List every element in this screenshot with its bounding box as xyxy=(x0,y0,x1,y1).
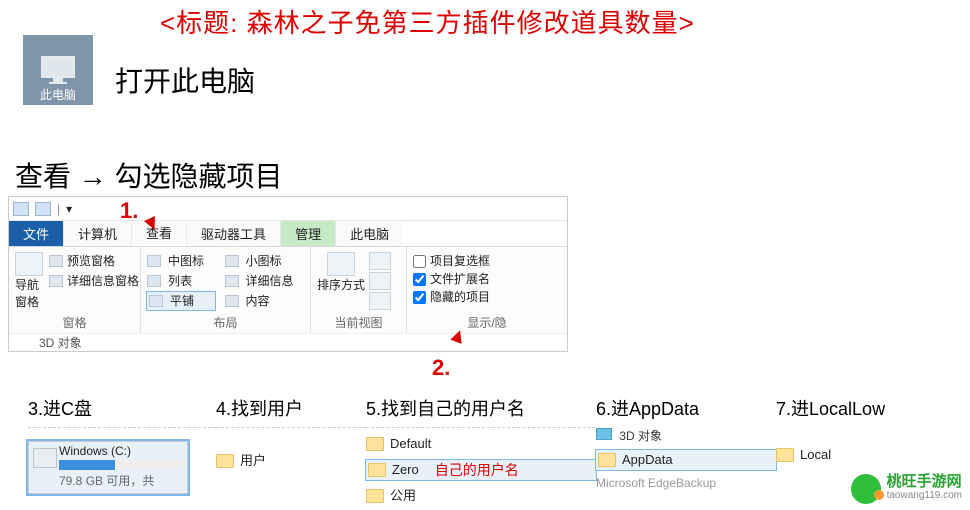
instruction-open-thispc: 打开此电脑 xyxy=(115,60,255,100)
ribbon-group-currentview: 排序方式 当前视图 xyxy=(311,247,407,333)
ribbon-group-panes: 导航窗格 预览窗格 详细信息窗格 窗格 xyxy=(9,247,141,333)
folder-appdata[interactable]: AppData xyxy=(596,450,776,470)
annotation-own-username: 自己的用户名 xyxy=(435,460,519,480)
folder-icon xyxy=(598,453,616,467)
folder-users[interactable]: 用户 xyxy=(216,451,366,471)
tab-view[interactable]: 查看 xyxy=(132,221,187,246)
qat-icon[interactable] xyxy=(13,202,29,216)
qat-icon[interactable] xyxy=(35,202,51,216)
tab-context-thispc: 此电脑 xyxy=(336,221,403,246)
row-overflow: Microsoft EdgeBackup xyxy=(596,476,776,490)
layout-content[interactable]: 内容 xyxy=(225,292,305,310)
watermark: 桃旺手游网 taowang119.com xyxy=(851,474,962,504)
step-3-column: 3.进C盘 Windows (C:) 79.8 GB 可用，共 xyxy=(28,395,216,506)
groupby-icon[interactable] xyxy=(369,252,391,270)
explorer-content-peek: 3D 对象 xyxy=(9,333,567,351)
folder-icon xyxy=(366,489,384,503)
folder-default[interactable]: Default xyxy=(366,434,596,454)
qat-separator: | xyxy=(57,202,60,216)
annotation-title: <标题: 森林之子免第三方插件修改道具数量> xyxy=(160,3,695,40)
drive-c-subtext: 79.8 GB 可用，共 xyxy=(59,472,183,489)
folder-icon xyxy=(368,463,386,477)
ribbon-group-layout: 中图标 小图标 列表 详细信息 平铺 内容 布局 xyxy=(141,247,311,333)
folder-icon xyxy=(216,454,234,468)
step-4-title: 4.找到用户 xyxy=(216,395,366,421)
nav-pane-icon xyxy=(15,252,43,276)
step-4-column: 4.找到用户 用户 xyxy=(216,395,366,506)
ribbon-tabstrip: 文件 计算机 查看 驱动器工具 管理 此电脑 xyxy=(9,221,567,247)
layout-medium-icons[interactable]: 中图标 xyxy=(147,252,215,270)
sizecolumns-icon[interactable] xyxy=(369,292,391,310)
group-label-layout: 布局 xyxy=(147,314,304,331)
drive-c-usage-bar xyxy=(59,460,183,470)
drive-c-tile[interactable]: Windows (C:) 79.8 GB 可用，共 xyxy=(28,441,188,494)
watermark-logo-icon xyxy=(851,474,881,504)
preview-pane-button[interactable]: 预览窗格 xyxy=(49,252,139,270)
tab-drive-tools[interactable]: 驱动器工具 xyxy=(187,221,281,246)
details-pane-button[interactable]: 详细信息窗格 xyxy=(49,272,139,290)
sort-by-button[interactable]: 排序方式 xyxy=(317,252,365,310)
folder-icon xyxy=(366,437,384,451)
drive-c-name: Windows (C:) xyxy=(59,444,183,458)
watermark-url: taowang119.com xyxy=(887,489,962,503)
folder-own-user[interactable]: Zero 自己的用户名 xyxy=(366,460,596,480)
ribbon-group-showhide: 项目复选框 文件扩展名 隐藏的项目 显示/隐 xyxy=(407,247,567,333)
group-label-showhide: 显示/隐 xyxy=(413,314,561,331)
step-7-title: 7.进LocalLow xyxy=(776,395,956,421)
addcolumns-icon[interactable] xyxy=(369,272,391,290)
layout-tiles[interactable]: 平铺 xyxy=(147,292,215,310)
folder-local[interactable]: Local xyxy=(776,445,956,465)
annotation-number-1: 1. xyxy=(120,198,138,224)
step-6-title: 6.进AppData xyxy=(596,395,776,421)
ribbon-body: 导航窗格 预览窗格 详细信息窗格 窗格 中图标 小图标 列表 详细信息 平铺 内… xyxy=(9,247,567,333)
nav-pane-button[interactable]: 导航窗格 xyxy=(15,252,43,310)
layout-list[interactable]: 列表 xyxy=(147,272,215,290)
group-label-currentview: 当前视图 xyxy=(317,314,400,331)
step-3-title: 3.进C盘 xyxy=(28,395,216,421)
monitor-glyph xyxy=(41,56,75,78)
checkbox-hidden-items[interactable]: 隐藏的项目 xyxy=(413,288,561,306)
step-5-column: 5.找到自己的用户名 Default Zero 自己的用户名 公用 xyxy=(366,395,596,506)
group-label-panes: 窗格 xyxy=(15,314,134,331)
tab-manage[interactable]: 管理 xyxy=(281,221,336,246)
checkbox-item-checkboxes[interactable]: 项目复选框 xyxy=(413,252,561,270)
steps-row: 3.进C盘 Windows (C:) 79.8 GB 可用，共 4.找到用户 用… xyxy=(0,395,970,506)
thispc-desktop-label: 此电脑 xyxy=(23,86,93,105)
instruction-check-hidden: 查看 → 勾选隐藏项目 xyxy=(15,155,283,195)
row-3dobjects[interactable]: 3D 对象 xyxy=(596,427,776,444)
explorer-window: | ▾ 文件 计算机 查看 驱动器工具 管理 此电脑 导航窗格 预览窗格 详细信… xyxy=(8,196,568,352)
layout-details[interactable]: 详细信息 xyxy=(225,272,305,290)
folder-icon xyxy=(776,448,794,462)
qat-dropdown-icon[interactable]: ▾ xyxy=(66,202,72,216)
step-5-title: 5.找到自己的用户名 xyxy=(366,395,596,421)
quick-access-toolbar: | ▾ xyxy=(9,197,567,221)
layout-small-icons[interactable]: 小图标 xyxy=(225,252,305,270)
checkbox-file-extensions[interactable]: 文件扩展名 xyxy=(413,270,561,288)
tab-file[interactable]: 文件 xyxy=(9,221,64,246)
folder-public[interactable]: 公用 xyxy=(366,486,596,506)
tab-computer[interactable]: 计算机 xyxy=(64,221,132,246)
sort-by-icon xyxy=(327,252,355,276)
step-6-column: 6.进AppData 3D 对象 AppData Microsoft EdgeB… xyxy=(596,395,776,506)
watermark-name: 桃旺手游网 xyxy=(887,475,962,489)
annotation-number-2: 2. xyxy=(432,355,450,381)
